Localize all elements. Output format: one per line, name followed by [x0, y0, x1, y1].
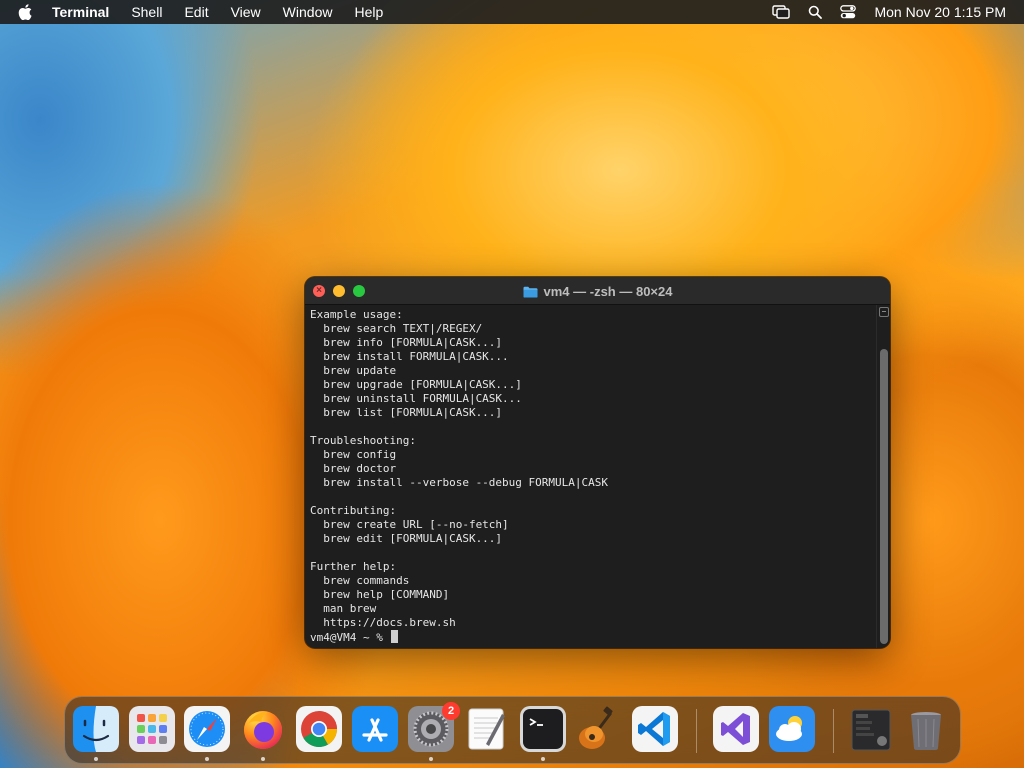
window-title-text: vm4 — -zsh — 80×24	[543, 284, 673, 299]
dock-separator	[696, 709, 697, 753]
terminal-line: brew info [FORMULA|CASK...]	[310, 336, 503, 349]
terminal-line: Further help:	[310, 560, 397, 573]
running-indicator	[261, 757, 265, 761]
apple-menu-icon[interactable]	[18, 4, 38, 20]
running-indicator	[429, 757, 433, 761]
split-pane-icon[interactable]	[879, 307, 889, 317]
terminal-line: brew uninstall FORMULA|CASK...	[310, 392, 522, 405]
text-cursor	[391, 630, 399, 643]
safari-icon[interactable]	[184, 706, 230, 752]
chrome-icon[interactable]	[296, 706, 342, 752]
terminal-line: brew install FORMULA|CASK...	[310, 350, 509, 363]
control-center-icon[interactable]	[840, 5, 857, 19]
firefox-icon[interactable]	[240, 706, 286, 752]
menu-bar: Terminal Shell Edit View Window Help Mon…	[0, 0, 1024, 24]
folder-icon	[523, 286, 538, 301]
terminal-line: Contributing:	[310, 504, 397, 517]
running-indicator	[541, 757, 545, 761]
trash-icon[interactable]	[903, 706, 949, 752]
prompt-line[interactable]: vm4@VM4 ~ %	[310, 630, 873, 644]
terminal-icon[interactable]	[520, 706, 566, 752]
running-indicator	[205, 757, 209, 761]
terminal-line: man brew	[310, 602, 377, 615]
terminal-line: Example usage:	[310, 308, 403, 321]
terminal-line: brew config	[310, 448, 397, 461]
vscode-icon[interactable]	[632, 706, 678, 752]
terminal-line: https://docs.brew.sh	[310, 616, 456, 629]
visual-studio-icon[interactable]	[713, 706, 759, 752]
weather-icon[interactable]	[769, 706, 815, 752]
terminal-line: brew create URL [--no-fetch]	[310, 518, 509, 531]
dock-separator	[833, 709, 834, 753]
screen-mirroring-icon[interactable]	[772, 5, 791, 19]
terminal-line: brew commands	[310, 574, 410, 587]
terminal-line: brew install --verbose --debug FORMULA|C…	[310, 476, 609, 489]
running-indicator	[94, 757, 98, 761]
scrollbar-thumb[interactable]	[880, 349, 888, 644]
launchpad-icon[interactable]	[129, 706, 175, 752]
window-title: vm4 — -zsh — 80×24	[305, 284, 890, 301]
terminal-line: brew doctor	[310, 462, 397, 475]
window-title-bar[interactable]: × vm4 — -zsh — 80×24	[305, 277, 890, 305]
scrollbar[interactable]	[876, 305, 890, 648]
dock: 2	[64, 696, 961, 764]
textedit-icon[interactable]	[464, 706, 510, 752]
menu-window[interactable]: Window	[283, 4, 333, 20]
terminal-window: × vm4 — -zsh — 80×24 Example usage: brew…	[305, 277, 890, 648]
menu-help[interactable]: Help	[354, 4, 383, 20]
terminal-line: brew help [COMMAND]	[310, 588, 450, 601]
terminal-line: brew update	[310, 364, 397, 377]
menu-app-terminal[interactable]: Terminal	[52, 4, 109, 20]
terminal-line: brew upgrade [FORMULA|CASK...]	[310, 378, 522, 391]
terminal-line: brew search TEXT|/REGEX/	[310, 322, 483, 335]
menubar-clock[interactable]: Mon Nov 20 1:15 PM	[874, 4, 1006, 20]
shell-prompt: vm4@VM4 ~ %	[310, 631, 390, 644]
terminal-line: brew edit [FORMULA|CASK...]	[310, 532, 503, 545]
menu-view[interactable]: View	[231, 4, 261, 20]
downloads-stack-icon[interactable]	[848, 706, 894, 752]
app-store-icon[interactable]	[352, 706, 398, 752]
menu-edit[interactable]: Edit	[184, 4, 208, 20]
terminal-line: Troubleshooting:	[310, 434, 416, 447]
notification-badge: 2	[442, 702, 460, 720]
terminal-output[interactable]: Example usage: brew search TEXT|/REGEX/ …	[305, 305, 878, 648]
garageband-icon[interactable]	[576, 706, 622, 752]
spotlight-search-icon[interactable]	[808, 5, 823, 19]
menu-shell[interactable]: Shell	[131, 4, 162, 20]
system-settings-icon[interactable]: 2	[408, 702, 460, 752]
terminal-line: brew list [FORMULA|CASK...]	[310, 406, 503, 419]
desktop-wallpaper: Terminal Shell Edit View Window Help Mon…	[0, 0, 1024, 768]
finder-icon[interactable]	[73, 706, 119, 752]
